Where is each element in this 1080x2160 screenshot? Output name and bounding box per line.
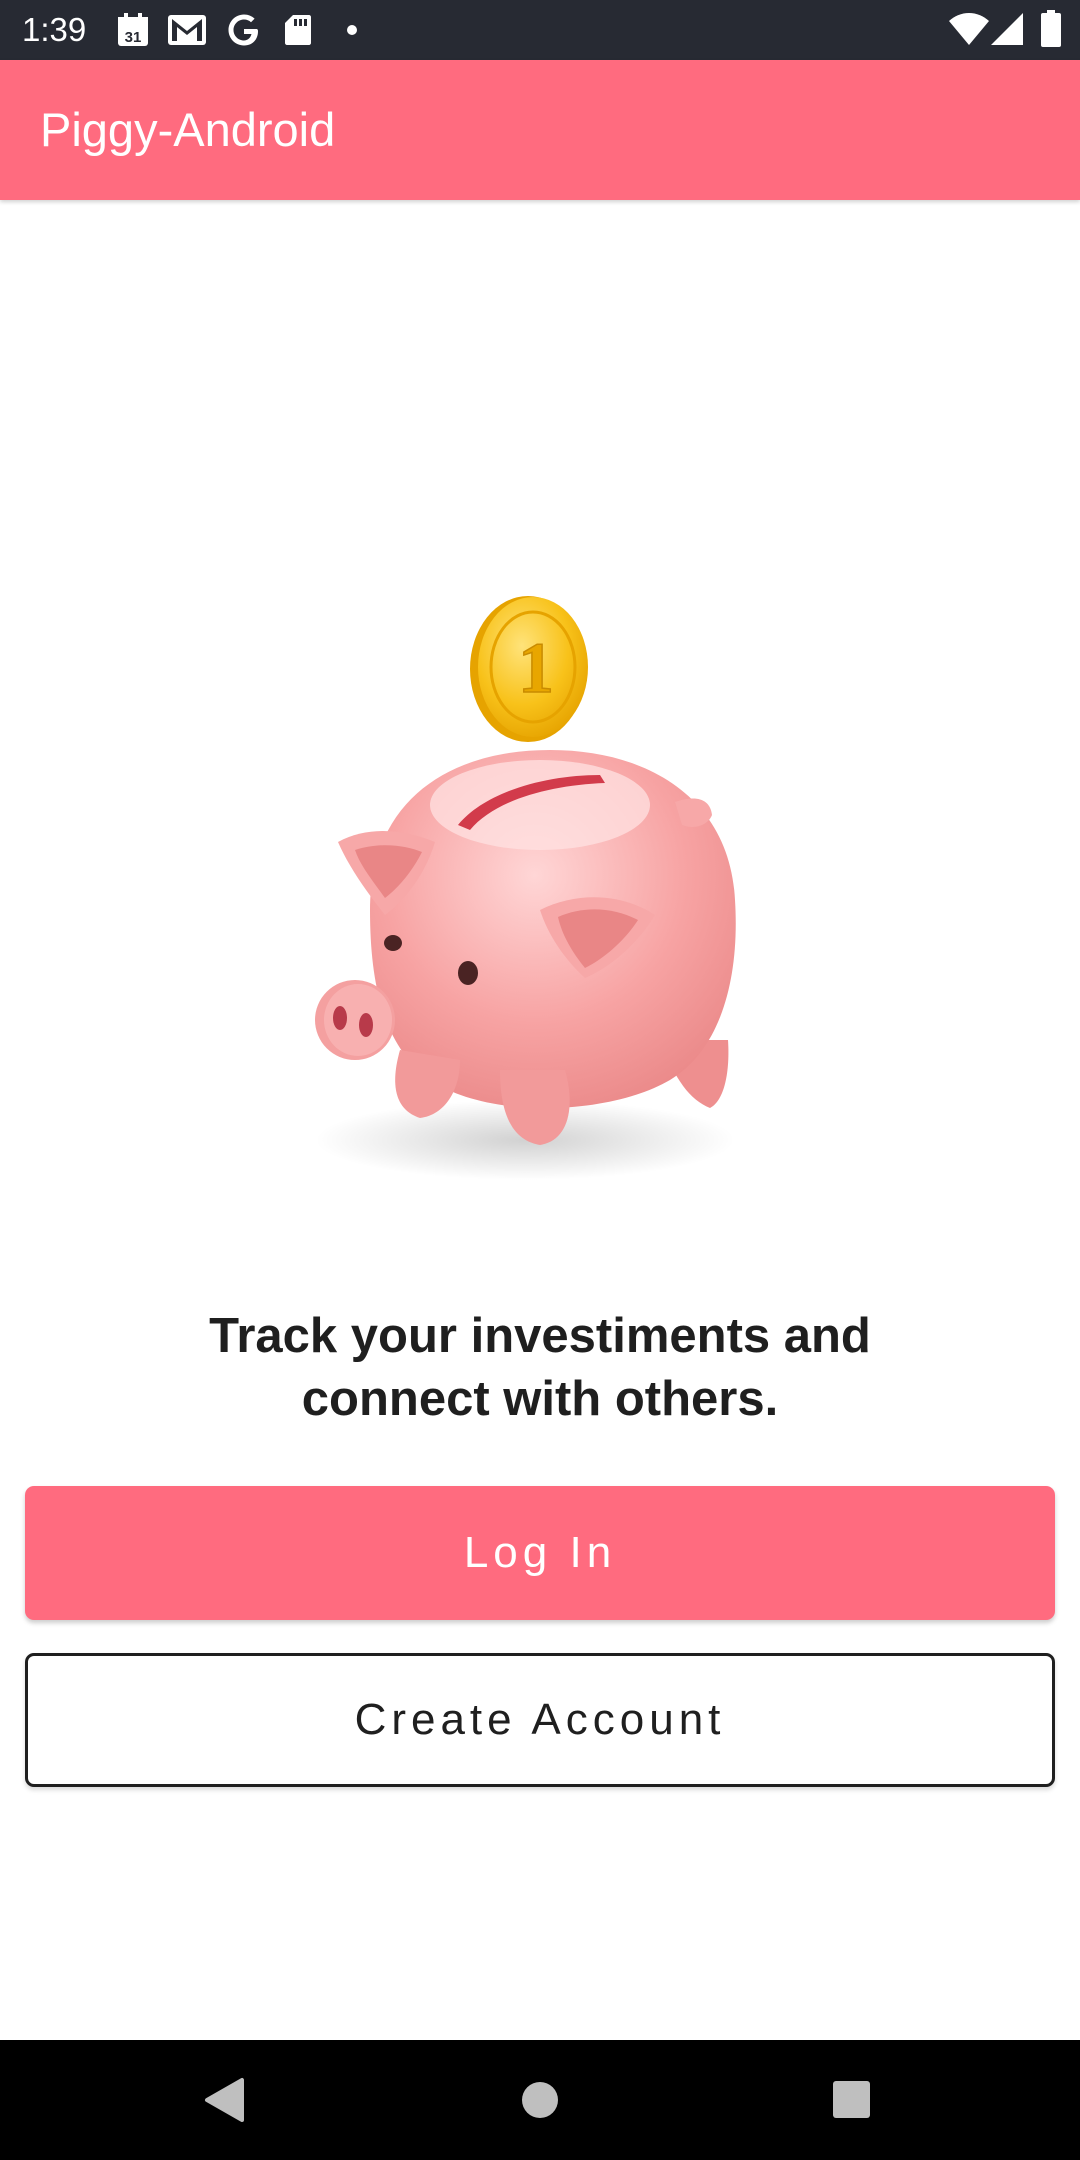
google-icon bbox=[228, 14, 258, 46]
tagline-line-1: Track your investiments and bbox=[209, 1309, 871, 1363]
battery-icon bbox=[1041, 10, 1061, 47]
navigation-bar bbox=[0, 2040, 1080, 2160]
login-button[interactable]: Log In bbox=[25, 1486, 1055, 1620]
status-bar: 1:39 31 bbox=[0, 0, 1080, 60]
app-bar: Piggy-Android bbox=[0, 60, 1080, 200]
piggy-bank-coin-illustration: 1 bbox=[315, 596, 736, 1180]
sd-card-icon bbox=[285, 15, 311, 45]
svg-text:31: 31 bbox=[125, 29, 142, 46]
back-icon[interactable] bbox=[165, 2040, 285, 2160]
coin-icon: 1 bbox=[470, 596, 588, 742]
status-time: 1:39 bbox=[22, 11, 87, 48]
wifi-icon bbox=[949, 13, 989, 45]
gmail-icon bbox=[168, 15, 206, 45]
recents-icon[interactable] bbox=[792, 2040, 912, 2160]
notification-dot-icon bbox=[347, 25, 357, 35]
svg-text:1: 1 bbox=[518, 628, 554, 708]
home-icon[interactable] bbox=[480, 2040, 600, 2160]
tagline: Track your investiments and connect with… bbox=[90, 1305, 990, 1431]
signal-icon bbox=[991, 13, 1023, 45]
app-title: Piggy-Android bbox=[40, 103, 336, 156]
calendar-icon: 31 bbox=[118, 13, 148, 46]
create-account-button[interactable]: Create Account bbox=[25, 1653, 1055, 1787]
tagline-line-2: connect with others. bbox=[301, 1372, 779, 1426]
